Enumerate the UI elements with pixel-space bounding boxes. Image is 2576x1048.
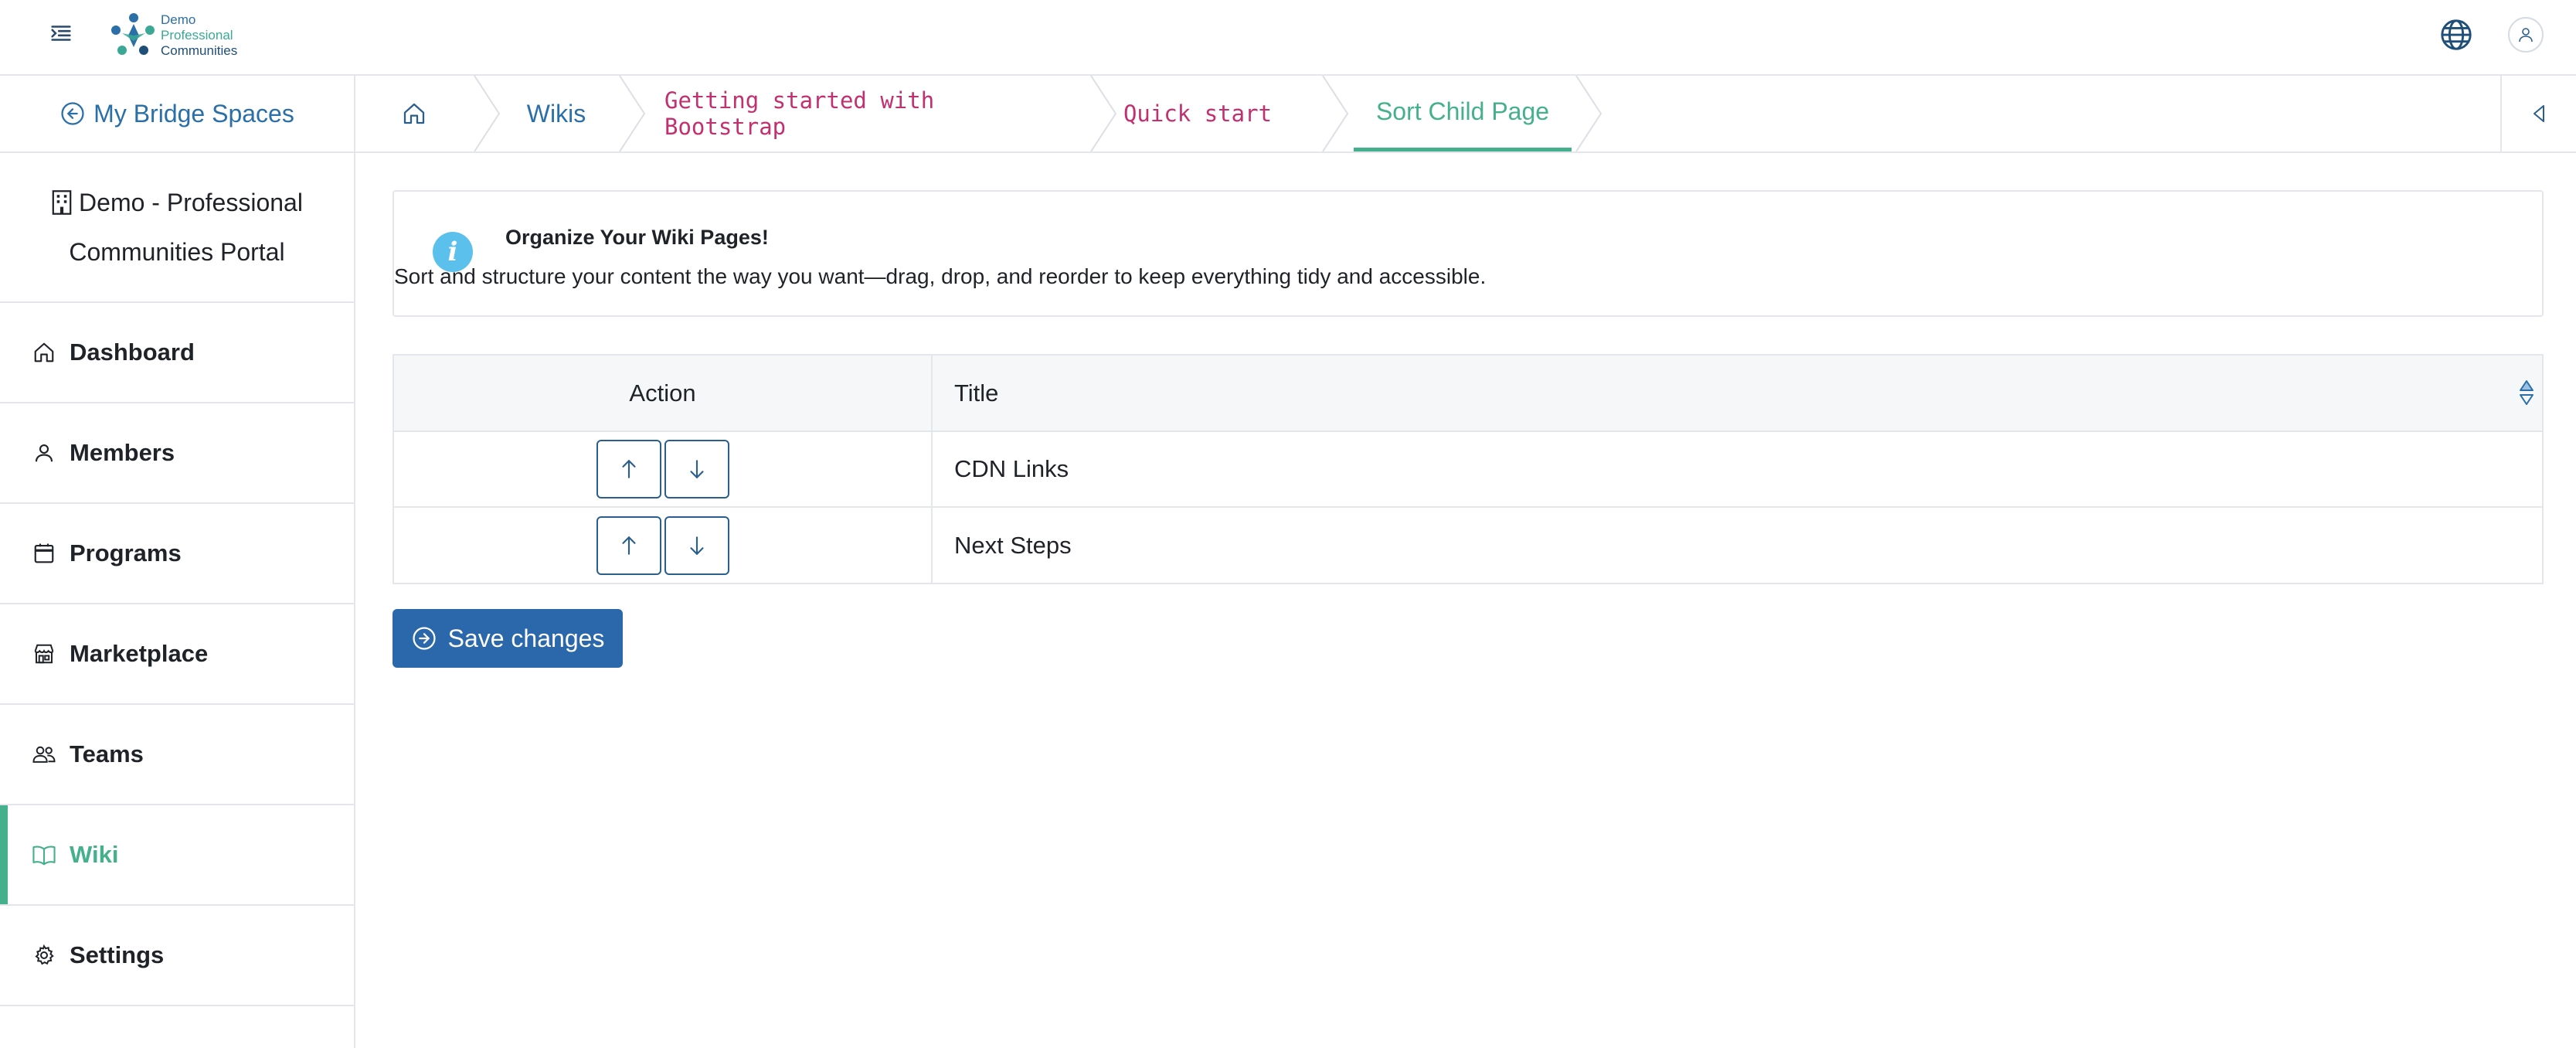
row-actions bbox=[394, 431, 933, 508]
arrow-up-icon bbox=[621, 536, 636, 555]
breadcrumb-quick-start[interactable]: Quick start bbox=[1097, 76, 1298, 151]
breadcrumb-separator-icon bbox=[474, 76, 501, 151]
sidebar-item-teams[interactable]: Teams bbox=[0, 705, 354, 805]
sidebar-item-label: Dashboard bbox=[70, 339, 195, 366]
sidebar-item-label: Members bbox=[70, 439, 175, 466]
move-up-button[interactable] bbox=[596, 515, 661, 575]
arrow-left-circle-icon bbox=[61, 102, 84, 125]
back-to-bridge-spaces-link[interactable]: My Bridge Spaces bbox=[0, 76, 354, 153]
arrow-up-icon bbox=[621, 459, 636, 478]
breadcrumb-getting-started[interactable]: Getting started with Bootstrap bbox=[664, 76, 1020, 151]
collapse-panel-button[interactable] bbox=[2500, 76, 2576, 151]
sidebar-item-members[interactable]: Members bbox=[0, 403, 354, 504]
menu-toggle-icon[interactable] bbox=[48, 20, 74, 46]
calendar-icon bbox=[31, 540, 57, 567]
person-icon bbox=[31, 440, 57, 466]
sidebar-item-label: Programs bbox=[70, 539, 182, 567]
store-icon bbox=[31, 641, 57, 667]
brand-logo[interactable]: Demo Professional Communities bbox=[108, 8, 240, 63]
logo-wordmark: Demo Professional Communities bbox=[161, 12, 237, 59]
sidebar-item-wiki[interactable]: Wiki bbox=[0, 805, 354, 906]
top-bar: Demo Professional Communities bbox=[0, 0, 2576, 76]
row-title: CDN Links bbox=[932, 431, 2542, 508]
table-row: CDN Links bbox=[394, 431, 2542, 508]
book-icon bbox=[31, 842, 57, 868]
org-name-line-2: Communities Portal bbox=[69, 238, 285, 266]
save-changes-button[interactable]: Save changes bbox=[393, 609, 623, 668]
sidebar-item-label: Wiki bbox=[70, 841, 119, 868]
move-up-button[interactable] bbox=[596, 440, 661, 498]
move-down-button[interactable] bbox=[664, 515, 729, 575]
column-header-action: Action bbox=[394, 356, 933, 432]
info-alert: i Organize Your Wiki Pages! Sort and str… bbox=[393, 190, 2544, 317]
breadcrumb: Wikis Getting started with Bootstrap Qui… bbox=[355, 76, 2576, 153]
arrow-down-icon bbox=[689, 460, 704, 479]
sidebar-item-settings[interactable]: Settings bbox=[0, 906, 354, 1006]
table-header-row: Action Title bbox=[394, 356, 2542, 432]
sidebar-item-programs[interactable]: Programs bbox=[0, 504, 354, 604]
column-header-title-label: Title bbox=[954, 379, 999, 407]
breadcrumb-separator-icon bbox=[1575, 76, 1602, 151]
alert-text: Sort and structure your content the way … bbox=[394, 264, 1487, 288]
building-icon bbox=[52, 190, 72, 215]
org-name-line-1: Demo - Professional bbox=[79, 189, 303, 216]
user-menu-button[interactable] bbox=[2508, 17, 2544, 53]
people-icon bbox=[31, 741, 57, 767]
sort-icon[interactable] bbox=[2517, 379, 2536, 407]
caret-left-icon bbox=[2534, 105, 2544, 122]
breadcrumb-wikis[interactable]: Wikis bbox=[510, 76, 603, 151]
breadcrumb-sort-child-page[interactable]: Sort Child Page bbox=[1354, 76, 1572, 151]
home-icon bbox=[31, 339, 57, 366]
globe-icon[interactable] bbox=[2438, 17, 2474, 53]
logo-line-3: Communities bbox=[161, 43, 238, 58]
arrow-down-icon bbox=[689, 536, 704, 555]
breadcrumb-separator-icon bbox=[619, 76, 646, 151]
organization-name: Demo - Professional Communities Portal bbox=[0, 153, 354, 303]
table-row: Next Steps bbox=[394, 507, 2542, 583]
gear-icon bbox=[31, 942, 57, 968]
sort-pages-table: Action Title CDN Links Next Steps bbox=[393, 354, 2544, 584]
save-changes-label: Save changes bbox=[447, 624, 605, 652]
sidebar-item-dashboard[interactable]: Dashboard bbox=[0, 303, 354, 403]
home-icon bbox=[403, 103, 425, 124]
logo-mark-icon bbox=[108, 10, 159, 61]
back-link-label: My Bridge Spaces bbox=[93, 99, 294, 128]
row-title: Next Steps bbox=[954, 531, 1072, 559]
breadcrumb-separator-icon bbox=[1322, 76, 1349, 151]
logo-line-1: Demo bbox=[161, 12, 196, 27]
move-down-button[interactable] bbox=[664, 440, 729, 498]
sidebar-item-label: Teams bbox=[70, 740, 144, 767]
row-actions bbox=[394, 507, 933, 583]
sidebar: My Bridge Spaces Demo - Professional Com… bbox=[0, 76, 355, 1048]
sidebar-item-marketplace[interactable]: Marketplace bbox=[0, 604, 354, 705]
sidebar-item-label: Settings bbox=[70, 941, 165, 968]
column-header-title[interactable]: Title bbox=[932, 356, 2542, 432]
alert-title: Organize Your Wiki Pages! bbox=[505, 226, 769, 249]
breadcrumb-home[interactable] bbox=[399, 76, 430, 151]
arrow-right-circle-icon bbox=[413, 627, 436, 650]
sidebar-item-label: Marketplace bbox=[70, 640, 209, 667]
user-icon bbox=[2519, 28, 2533, 43]
logo-line-2: Professional bbox=[161, 28, 233, 43]
